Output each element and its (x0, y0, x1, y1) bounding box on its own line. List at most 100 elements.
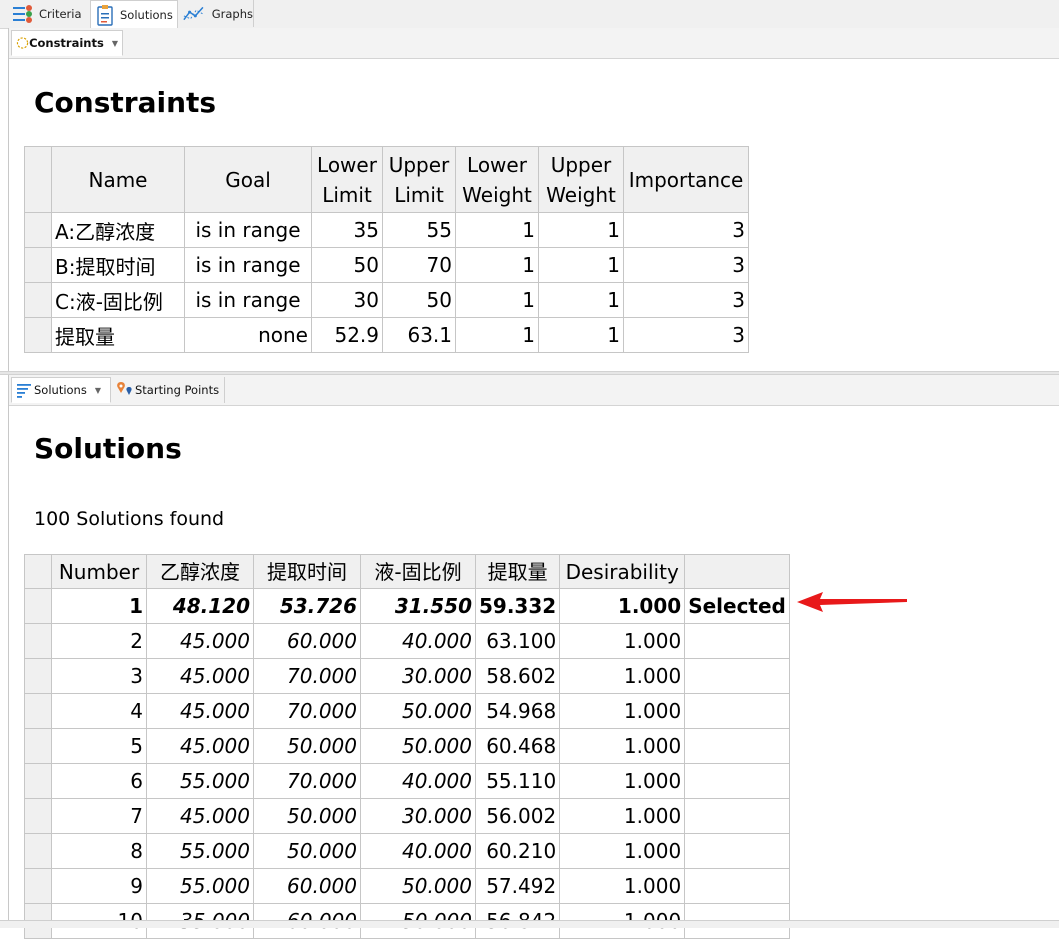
chevron-down-icon[interactable]: ▼ (112, 39, 118, 48)
cell-a[interactable]: 45.000 (146, 798, 254, 834)
cell-c[interactable]: 30.000 (360, 798, 476, 834)
cell-number[interactable]: 6 (51, 763, 147, 799)
row-selector[interactable] (24, 693, 52, 729)
cell-c[interactable]: 30.000 (360, 658, 476, 694)
cell-lower-weight[interactable]: 1 (455, 282, 539, 318)
cell-desirability[interactable]: 1.000 (559, 833, 686, 869)
cell-number[interactable]: 1 (51, 588, 147, 624)
cell-c[interactable]: 40.000 (360, 763, 476, 799)
cell-upper-weight[interactable]: 1 (538, 247, 624, 283)
table-row[interactable]: 7 45.000 50.000 30.000 56.002 1.000 (24, 798, 790, 834)
cell-name[interactable]: 提取量 (51, 317, 185, 353)
cell-a[interactable]: 45.000 (146, 623, 254, 659)
cell-lower-limit[interactable]: 30 (311, 282, 383, 318)
table-row[interactable]: 9 55.000 60.000 50.000 57.492 1.000 (24, 868, 790, 904)
cell-desirability[interactable]: 1.000 (559, 763, 686, 799)
cell-lower-weight[interactable]: 1 (455, 212, 539, 248)
col-header-upper-weight[interactable]: Upper Weight (538, 146, 624, 213)
cell-c[interactable]: 40.000 (360, 833, 476, 869)
cell-desirability[interactable]: 1.000 (559, 728, 686, 764)
cell-y[interactable]: 56.002 (474, 798, 561, 834)
tab-solutions[interactable]: Solutions (90, 0, 178, 28)
cell-a[interactable]: 55.000 (146, 833, 254, 869)
tab-solutions-view[interactable]: Solutions ▼ (11, 377, 111, 403)
cell-y[interactable]: 63.100 (474, 623, 561, 659)
cell-b[interactable]: 60.000 (253, 623, 361, 659)
cell-upper-limit[interactable]: 50 (382, 282, 456, 318)
table-row[interactable]: 8 55.000 50.000 40.000 60.210 1.000 (24, 833, 790, 869)
cell-name[interactable]: B:提取时间 (51, 247, 185, 283)
row-selector[interactable] (24, 868, 52, 904)
col-header-y[interactable]: 提取量 (474, 554, 561, 589)
cell-b[interactable]: 70.000 (253, 658, 361, 694)
col-header-b[interactable]: 提取时间 (253, 554, 361, 589)
cell-c[interactable]: 50.000 (360, 868, 476, 904)
col-header-status[interactable] (684, 554, 790, 589)
cell-y[interactable]: 57.492 (474, 868, 561, 904)
cell-a[interactable]: 45.000 (146, 728, 254, 764)
row-selector-header[interactable] (24, 554, 52, 589)
cell-status[interactable] (684, 728, 790, 764)
cell-desirability[interactable]: 1.000 (559, 798, 686, 834)
row-selector[interactable] (24, 763, 52, 799)
cell-status[interactable]: Selected (684, 588, 790, 624)
cell-status[interactable] (684, 763, 790, 799)
cell-b[interactable]: 50.000 (253, 798, 361, 834)
cell-lower-weight[interactable]: 1 (455, 317, 539, 353)
row-selector[interactable] (24, 658, 52, 694)
cell-number[interactable]: 2 (51, 623, 147, 659)
cell-desirability[interactable]: 1.000 (559, 658, 686, 694)
cell-upper-limit[interactable]: 63.1 (382, 317, 456, 353)
col-header-goal[interactable]: Goal (184, 146, 312, 213)
cell-status[interactable] (684, 658, 790, 694)
row-selector-header[interactable] (24, 146, 52, 213)
col-header-upper-limit[interactable]: Upper Limit (382, 146, 456, 213)
cell-lower-limit[interactable]: 35 (311, 212, 383, 248)
cell-status[interactable] (684, 868, 790, 904)
cell-b[interactable]: 50.000 (253, 833, 361, 869)
tab-starting-points[interactable]: Starting Points (111, 377, 225, 403)
tab-constraints[interactable]: Constraints ▼ (11, 30, 123, 56)
cell-a[interactable]: 48.120 (146, 588, 254, 624)
table-row-selected[interactable]: 1 48.120 53.726 31.550 59.332 1.000 Sele… (24, 588, 790, 624)
table-row[interactable]: A:乙醇浓度 is in range 35 55 1 1 3 (24, 212, 749, 248)
cell-upper-limit[interactable]: 70 (382, 247, 456, 283)
cell-y[interactable]: 60.468 (474, 728, 561, 764)
cell-number[interactable]: 5 (51, 728, 147, 764)
cell-lower-weight[interactable]: 1 (455, 247, 539, 283)
cell-goal[interactable]: none (184, 317, 312, 353)
row-selector[interactable] (24, 317, 52, 353)
cell-number[interactable]: 4 (51, 693, 147, 729)
cell-b[interactable]: 70.000 (253, 693, 361, 729)
table-row[interactable]: 4 45.000 70.000 50.000 54.968 1.000 (24, 693, 790, 729)
cell-upper-limit[interactable]: 55 (382, 212, 456, 248)
cell-importance[interactable]: 3 (623, 317, 749, 353)
table-row[interactable]: 6 55.000 70.000 40.000 55.110 1.000 (24, 763, 790, 799)
cell-number[interactable]: 9 (51, 868, 147, 904)
col-header-c[interactable]: 液-固比例 (360, 554, 476, 589)
row-selector[interactable] (24, 282, 52, 318)
cell-b[interactable]: 53.726 (253, 588, 361, 624)
cell-c[interactable]: 40.000 (360, 623, 476, 659)
table-row[interactable]: 5 45.000 50.000 50.000 60.468 1.000 (24, 728, 790, 764)
cell-number[interactable]: 3 (51, 658, 147, 694)
cell-number[interactable]: 8 (51, 833, 147, 869)
cell-status[interactable] (684, 693, 790, 729)
cell-upper-weight[interactable]: 1 (538, 317, 624, 353)
row-selector[interactable] (24, 212, 52, 248)
cell-lower-limit[interactable]: 50 (311, 247, 383, 283)
table-row[interactable]: B:提取时间 is in range 50 70 1 1 3 (24, 247, 749, 283)
col-header-name[interactable]: Name (51, 146, 185, 213)
chevron-down-icon[interactable]: ▼ (95, 386, 101, 395)
cell-lower-limit[interactable]: 52.9 (311, 317, 383, 353)
cell-desirability[interactable]: 1.000 (559, 588, 686, 624)
cell-desirability[interactable]: 1.000 (559, 693, 686, 729)
cell-a[interactable]: 45.000 (146, 658, 254, 694)
cell-name[interactable]: C:液-固比例 (51, 282, 185, 318)
cell-a[interactable]: 55.000 (146, 763, 254, 799)
cell-importance[interactable]: 3 (623, 212, 749, 248)
cell-goal[interactable]: is in range (184, 282, 312, 318)
cell-b[interactable]: 50.000 (253, 728, 361, 764)
cell-y[interactable]: 60.210 (474, 833, 561, 869)
row-selector[interactable] (24, 247, 52, 283)
